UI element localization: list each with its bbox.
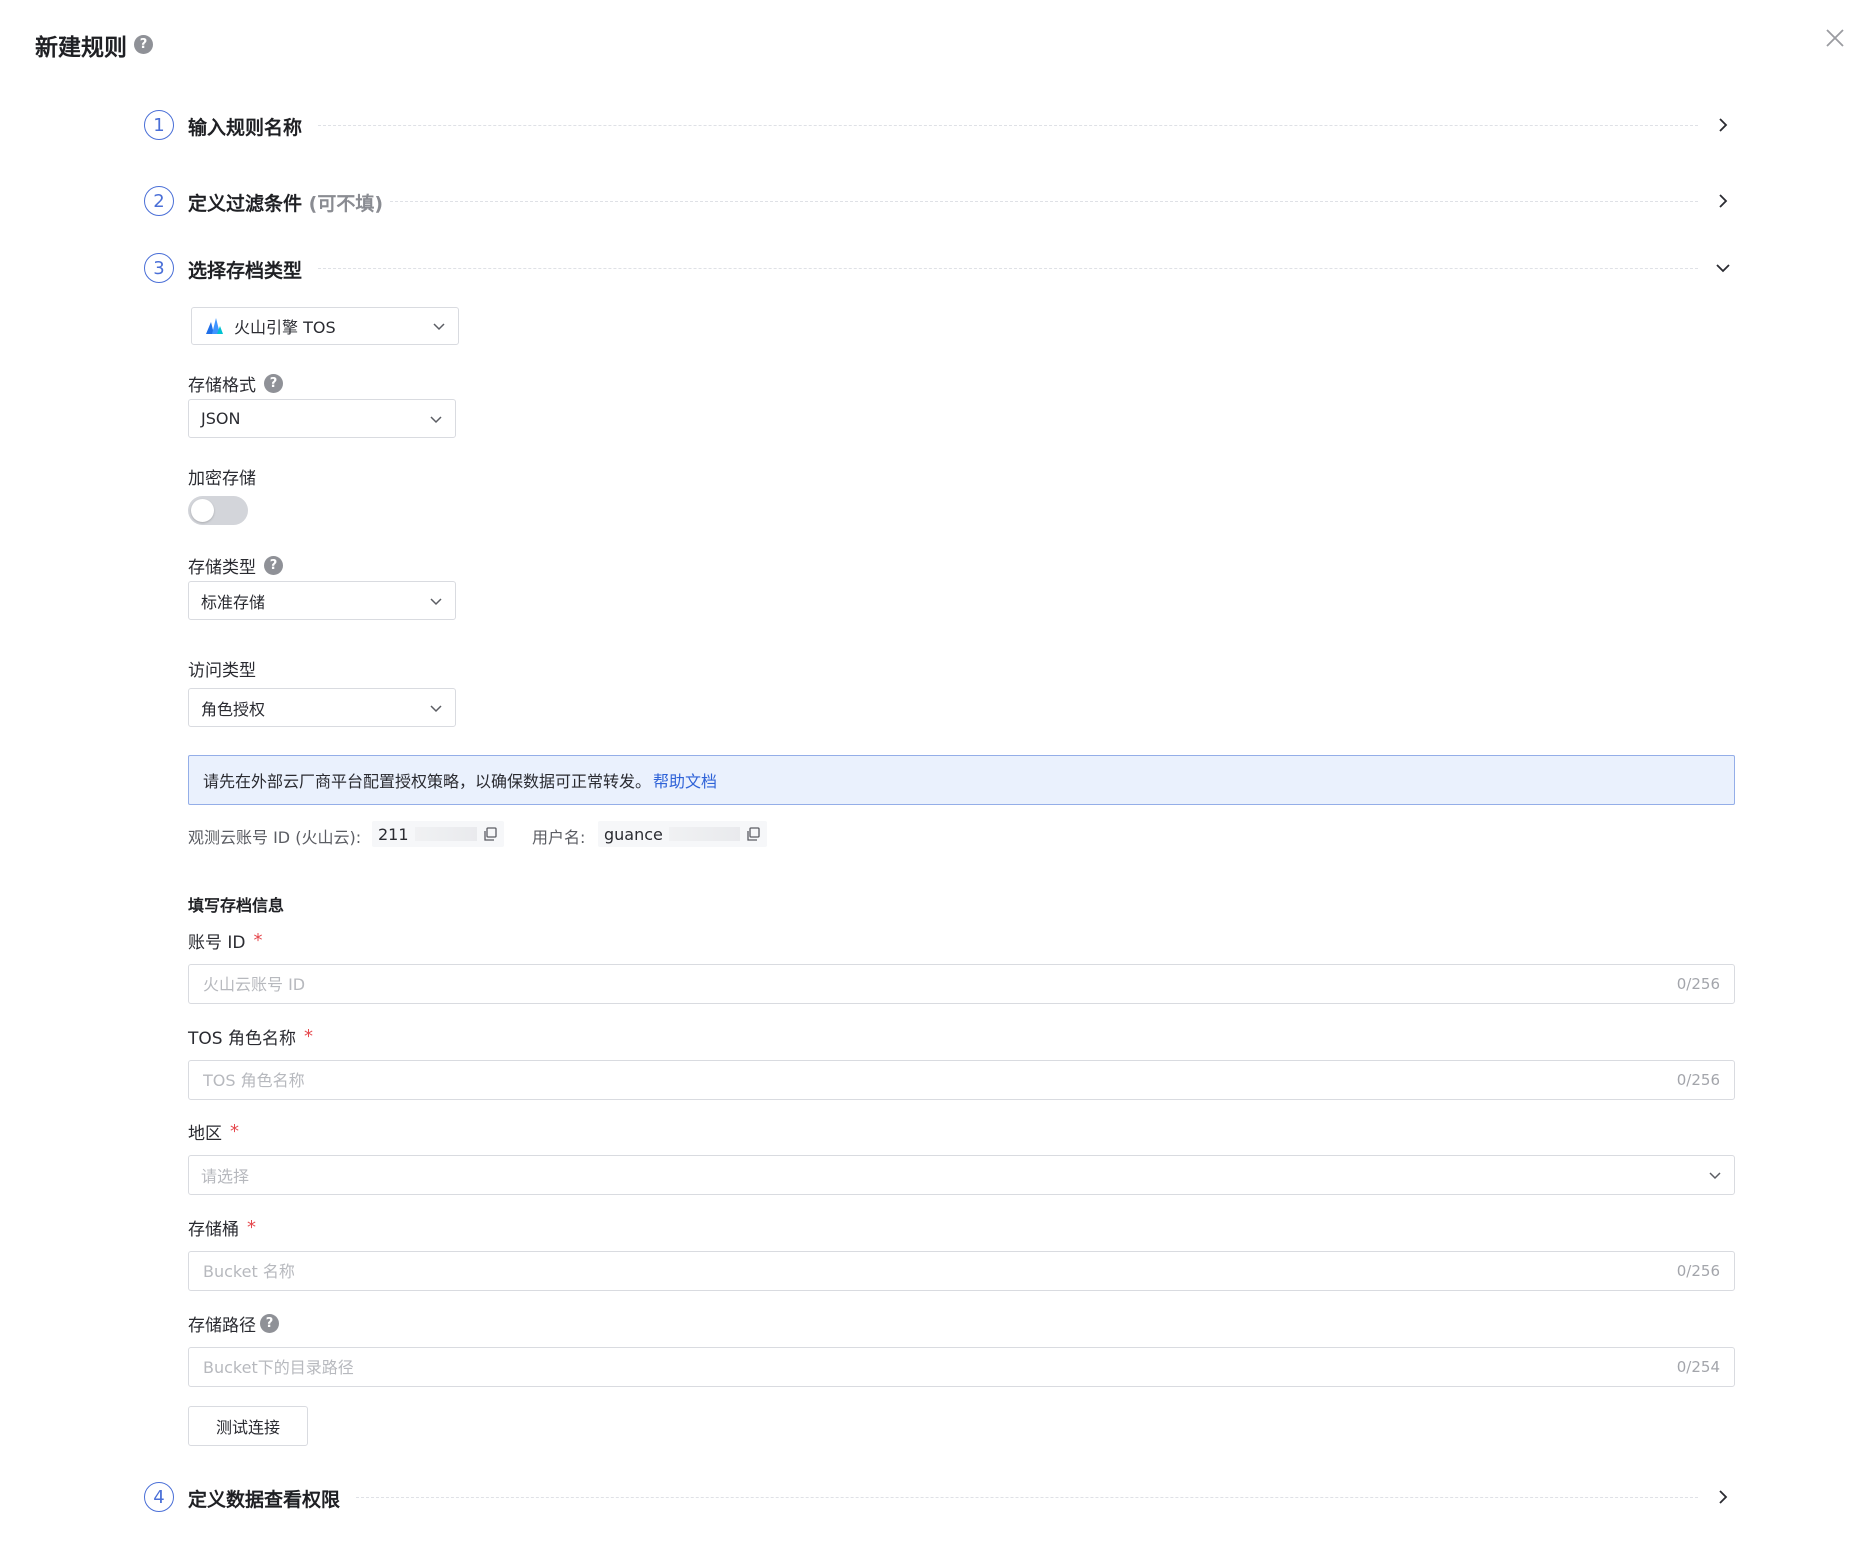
account-id-box: 211 <box>372 821 504 847</box>
chevron-down-icon <box>430 597 442 605</box>
archive-type-select[interactable]: 火山引擎 TOS <box>191 307 459 345</box>
account-id-input-wrap: 0/256 <box>188 964 1735 1004</box>
char-count: 0/254 <box>1676 1358 1720 1376</box>
chevron-down-icon <box>430 415 442 423</box>
bucket-label-text: 存储桶 <box>188 1220 239 1240</box>
encrypt-label: 加密存储 <box>188 469 256 489</box>
chevron-right-icon[interactable] <box>1714 192 1732 210</box>
region-label: 地区 * <box>188 1119 239 1144</box>
region-select[interactable]: 请选择 <box>188 1155 1735 1195</box>
tos-role-input[interactable] <box>203 1070 1677 1090</box>
tos-role-input-wrap: 0/256 <box>188 1060 1735 1100</box>
account-id-field-label: 账号 ID * <box>188 928 263 953</box>
step-2-divider <box>390 201 1698 202</box>
copy-icon[interactable] <box>483 826 498 842</box>
storage-format-value: JSON <box>201 409 241 428</box>
storage-path-label-text: 存储路径 <box>188 1316 256 1336</box>
step-1-divider <box>318 125 1698 126</box>
masked-value <box>414 827 477 841</box>
required-mark: * <box>230 1121 239 1142</box>
chevron-down-icon <box>430 704 442 712</box>
storage-type-value: 标准存储 <box>201 592 266 612</box>
volcengine-logo-icon <box>206 318 223 334</box>
chevron-right-icon[interactable] <box>1714 1488 1732 1506</box>
step-4-divider <box>356 1497 1698 1498</box>
copy-icon[interactable] <box>746 826 761 842</box>
archive-type-value: 火山引擎 TOS <box>234 318 336 337</box>
account-id-input[interactable] <box>203 974 1677 994</box>
chevron-right-icon[interactable] <box>1714 116 1732 134</box>
chevron-down-icon <box>1709 1172 1721 1180</box>
test-connection-button[interactable]: 测试连接 <box>188 1406 308 1446</box>
auth-notice: 请先在外部云厂商平台配置授权策略，以确保数据可正常转发。 帮助文档 <box>188 755 1735 805</box>
chevron-down-icon[interactable] <box>1714 259 1732 277</box>
help-icon[interactable]: ? <box>134 35 153 54</box>
bucket-label: 存储桶 * <box>188 1215 256 1240</box>
step-2-optional: (可不填) <box>308 193 384 215</box>
step-2-number: 2 <box>144 186 174 216</box>
access-type-value: 角色授权 <box>201 699 266 719</box>
tos-role-label-text: TOS 角色名称 <box>188 1029 296 1049</box>
step-3-title[interactable]: 选择存档类型 <box>188 256 302 283</box>
step-2-title-text: 定义过滤条件 <box>188 193 303 215</box>
account-id-value: 211 <box>378 824 409 844</box>
storage-path-label: 存储路径 ? <box>188 1311 279 1336</box>
username-box: guance <box>598 821 767 847</box>
storage-type-label: 存储类型 ? <box>188 553 283 578</box>
step-1-title[interactable]: 输入规则名称 <box>188 113 302 140</box>
bucket-input-wrap: 0/256 <box>188 1251 1735 1291</box>
required-mark: * <box>253 930 263 951</box>
char-count: 0/256 <box>1676 975 1720 993</box>
storage-format-label-text: 存储格式 <box>188 376 256 396</box>
region-placeholder: 请选择 <box>201 1167 250 1186</box>
storage-type-select[interactable]: 标准存储 <box>188 581 456 620</box>
page-title: 新建规则 <box>35 35 127 61</box>
account-id-label: 观测云账号 ID (火山云): <box>188 828 362 847</box>
step-3-divider <box>318 268 1698 269</box>
help-icon[interactable]: ? <box>264 374 283 393</box>
help-icon[interactable]: ? <box>264 556 283 575</box>
archive-info-title: 填写存档信息 <box>188 896 285 915</box>
encrypt-toggle[interactable] <box>188 496 248 525</box>
step-1-number: 1 <box>144 110 174 140</box>
bucket-input[interactable] <box>203 1261 1677 1281</box>
step-4-title[interactable]: 定义数据查看权限 <box>188 1485 340 1512</box>
username-label: 用户名: <box>532 828 586 847</box>
region-label-text: 地区 <box>188 1124 222 1144</box>
help-doc-link[interactable]: 帮助文档 <box>653 768 717 792</box>
step-3-number: 3 <box>144 253 174 283</box>
notice-text: 请先在外部云厂商平台配置授权策略，以确保数据可正常转发。 <box>203 772 652 791</box>
storage-path-input-wrap: 0/254 <box>188 1347 1735 1387</box>
help-icon[interactable]: ? <box>260 1314 279 1333</box>
access-type-label: 访问类型 <box>188 661 256 681</box>
storage-format-select[interactable]: JSON <box>188 399 456 438</box>
masked-value <box>668 827 740 841</box>
access-type-select[interactable]: 角色授权 <box>188 688 456 727</box>
required-mark: * <box>247 1217 256 1238</box>
required-mark: * <box>303 1026 313 1047</box>
close-icon[interactable] <box>1823 26 1847 50</box>
tos-role-label: TOS 角色名称 * <box>188 1024 313 1049</box>
account-id-field-label-text: 账号 ID <box>188 933 246 953</box>
username-value: guance <box>604 824 663 844</box>
storage-type-label-text: 存储类型 <box>188 558 256 578</box>
storage-format-label: 存储格式 ? <box>188 371 283 396</box>
storage-path-input[interactable] <box>203 1357 1677 1377</box>
toggle-knob <box>191 499 214 522</box>
step-2-title[interactable]: 定义过滤条件 (可不填) <box>188 189 383 216</box>
step-4-number: 4 <box>144 1482 174 1512</box>
char-count: 0/256 <box>1676 1071 1720 1089</box>
char-count: 0/256 <box>1676 1262 1720 1280</box>
chevron-down-icon <box>433 323 445 331</box>
